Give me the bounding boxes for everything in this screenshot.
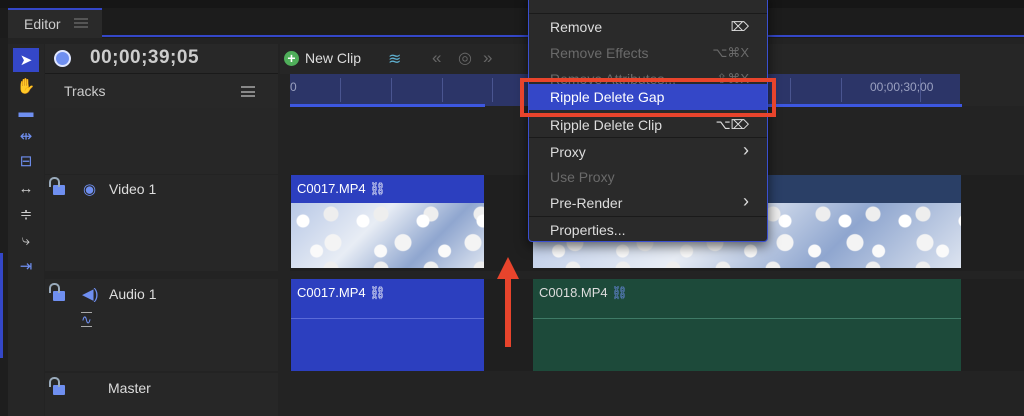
clip-name: C0018.MP4 [539,285,608,300]
top-bar [0,0,1024,8]
chevron-right-icon: › [743,191,749,211]
tab-editor[interactable]: Editor [8,8,102,38]
speaker-icon[interactable]: ◀) [82,285,99,303]
annotation-highlight-box [520,78,776,117]
clock-icon [54,50,71,67]
plus-icon: + [284,50,299,66]
slip-tool-icon[interactable]: ⊟ [13,149,39,173]
track-header-audio-1: ◀) Audio 1 ∿ [45,279,278,371]
ruler-mark-label: 00;00;30;00 [870,80,934,94]
menu-item-proxy[interactable]: Proxy › [529,139,767,165]
timecode-header: 00;00;39;05 [45,44,278,74]
tab-label: Editor [24,16,61,32]
tab-row [0,8,1024,38]
track-name: Video 1 [109,181,157,197]
track-name: Audio 1 [109,286,157,302]
shortcut: ⌦ [730,19,749,34]
ruler-start-label: 0 [290,80,297,94]
new-clip-label: New Clip [305,50,362,66]
menu-item-remove[interactable]: Remove ⌦ [529,14,767,40]
hand-tool-icon[interactable]: ✋ [13,74,39,98]
annotation-arrow-icon [497,257,519,347]
chevron-right-icon: › [743,140,749,160]
tracks-header: Tracks [45,74,278,108]
tracks-menu-icon[interactable] [241,86,255,97]
menu-item-remove-effects[interactable]: Remove Effects ⌥⌘X [529,40,767,66]
track-header-video-1: ◉ Video 1 [45,175,278,271]
audio-clip[interactable]: C0017.MP4 ⛓ [291,279,484,371]
clip-tool-icon[interactable]: ▬ [13,100,39,124]
menu-item-use-proxy[interactable]: Use Proxy [529,164,767,190]
ripple-tool-icon[interactable]: ⇹ [13,124,39,148]
eye-icon[interactable]: ◉ [83,180,96,198]
new-clip-button[interactable]: + New Clip [284,50,361,66]
link-icon: ⛓ [369,181,386,196]
tab-menu-icon[interactable] [74,18,88,28]
insert-tool-icon[interactable]: ⇥ [13,254,39,278]
menu-item-pre-render[interactable]: Pre-Render › [529,190,767,216]
clip-name: C0017.MP4 [297,285,366,300]
empty-track-header [45,108,278,174]
stretch-tool-icon[interactable]: ↔ [13,176,39,200]
lock-icon[interactable] [49,377,65,395]
curve-tool-icon[interactable]: ⤷ [13,228,39,252]
marker-icon[interactable]: ◎ [458,48,472,68]
work-area-bar[interactable] [290,104,485,107]
audio-lane: C0017.MP4 ⛓ C0018.MP4 ⛓ [290,279,1024,371]
tool-palette: ➤ ✋ ▬ ⇹ ⊟ ↔ ≑ ⤷ ⇥ [8,44,44,416]
select-tool-icon[interactable]: ➤ [13,48,39,72]
tracks-label: Tracks [64,83,106,99]
next-icon[interactable]: » [483,48,492,68]
lock-icon[interactable] [49,283,65,301]
video-clip[interactable]: C0017.MP4 ⛓ [291,175,484,268]
clip-thumbnail [291,203,484,268]
track-name: Master [108,380,151,396]
shortcut: ⌥⌘X [712,45,749,60]
shortcut: ⌥⌦ [715,117,749,132]
track-header-master: Master [45,373,278,416]
context-menu: Remove ⌦ Remove Effects ⌥⌘X Remove Attribu… [528,0,768,242]
link-icon: ⛓ [611,285,628,300]
master-lane [290,373,1024,416]
timecode-display[interactable]: 00;00;39;05 [90,47,199,69]
left-strip [0,38,8,416]
audio-clip[interactable]: C0018.MP4 ⛓ [533,279,961,371]
menu-item-properties[interactable]: Properties... [529,217,767,243]
clip-name: C0017.MP4 [297,181,366,196]
link-icon: ⛓ [369,285,386,300]
waveform-icon[interactable]: ∿ [81,312,92,327]
lock-icon[interactable] [49,177,65,195]
ruler-end [960,74,1024,106]
slide-tool-icon[interactable]: ≑ [13,202,39,226]
previous-icon[interactable]: « [432,48,441,68]
layers-icon[interactable]: ≋ [388,49,401,69]
